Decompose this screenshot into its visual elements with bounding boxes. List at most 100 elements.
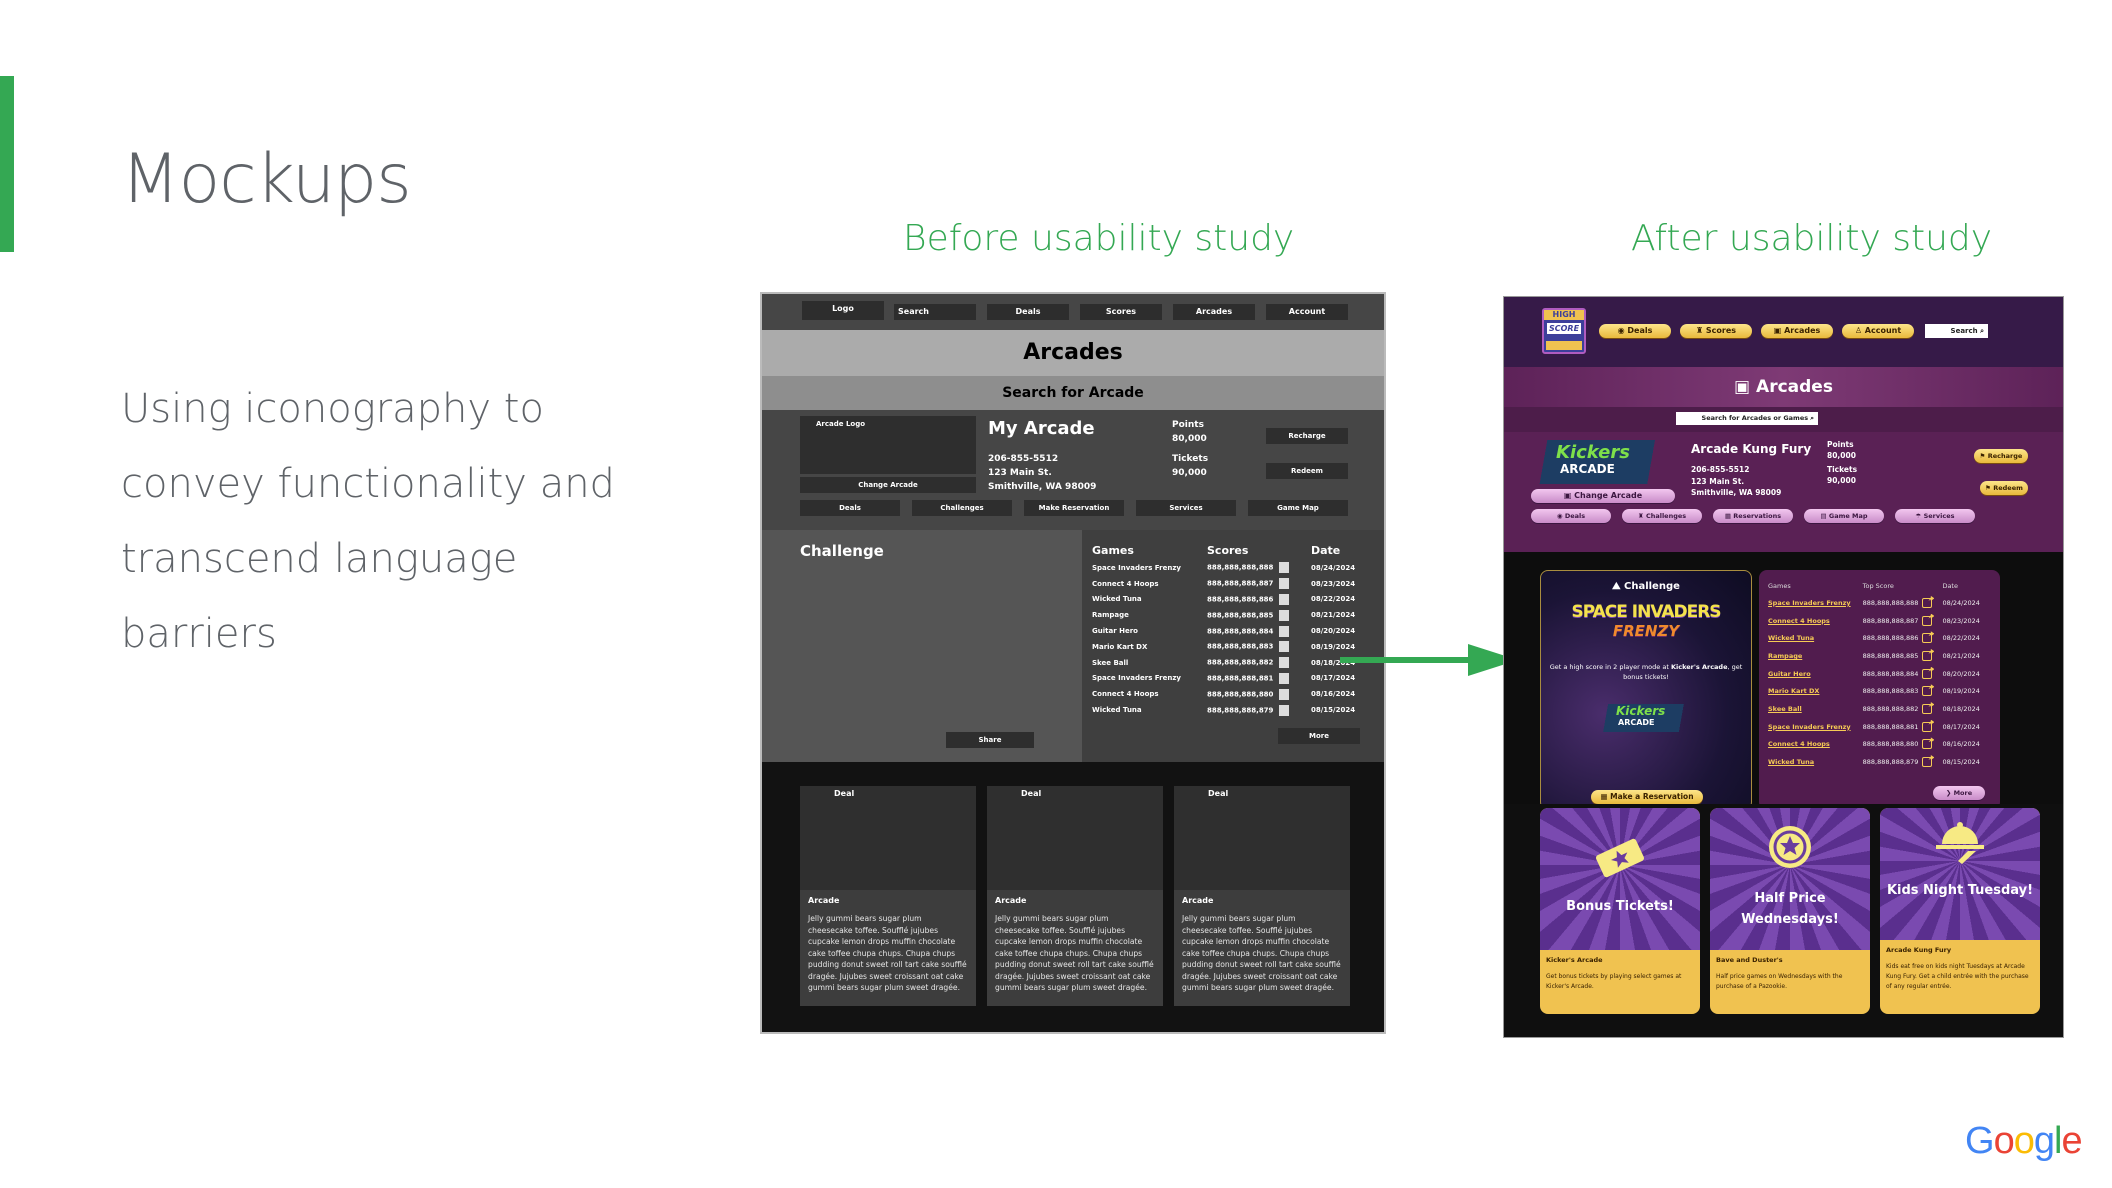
share-checkbox[interactable] [1279,625,1290,637]
hf-game[interactable]: Rampage [1768,647,1851,665]
wf-nav-deals[interactable]: Deals [987,304,1069,320]
wf-share-button[interactable]: Share [946,732,1034,748]
wf-search-arcade[interactable]: Search for Arcade [762,376,1384,410]
arcade-cabinet-icon: ▣ [1734,377,1757,397]
calendar-icon: ▦ [1600,792,1611,801]
hf-page-title: ▣ Arcades [1504,367,2063,407]
share-icon[interactable] [1922,686,1933,697]
share-icon[interactable] [1922,668,1933,679]
wf-score: 888,888,888,888 [1207,560,1311,576]
wf-score-row: Space Invaders Frenzy 888,888,888,888 08/2… [1092,560,1355,576]
hf-redeem-button[interactable]: ⚑ Redeem [1980,481,2028,495]
wf-deal-card[interactable]: Deal Arcade Jelly gummi bears sugar plum … [1174,786,1350,1006]
share-icon[interactable] [1922,721,1933,732]
share-checkbox[interactable] [1279,672,1290,684]
wf-search[interactable]: Search [894,304,976,320]
hf-game[interactable]: Skee Ball [1768,700,1851,718]
share-checkbox[interactable] [1279,688,1290,700]
hf-nav-deals[interactable]: ◉ Deals [1599,324,1671,338]
umbrella-icon: ☂ [1915,512,1924,520]
hf-game[interactable]: Mario Kart DX [1768,682,1851,700]
wf-recharge-button[interactable]: Recharge [1266,428,1348,444]
hf-action-services[interactable]: ☂ Services [1895,509,1975,523]
share-checkbox[interactable] [1279,578,1290,590]
hf-date: 08/20/2024 [1942,669,1980,678]
hf-make-reservation-button[interactable]: ▦ Make a Reservation [1591,790,1703,804]
hf-change-arcade-button[interactable]: ▣ Change Arcade [1531,489,1675,503]
share-checkbox[interactable] [1279,641,1290,653]
share-icon[interactable] [1922,597,1933,608]
ticket-icon [1595,838,1645,878]
hf-deal-card[interactable]: Half Price Wednesdays! Bave and Duster's… [1710,808,1870,1014]
trophy-icon: ♜ [1637,512,1646,520]
wf-col-games: Games [1092,543,1134,557]
hf-game[interactable]: Guitar Hero [1768,665,1851,683]
wf-action-game-map[interactable]: Game Map [1248,500,1348,516]
hf-arcade-search-input[interactable]: Search for Arcades or Games ⌕ [1676,412,1818,425]
wf-nav-arcades[interactable]: Arcades [1173,304,1255,320]
hf-search-input[interactable]: Search ⌕ [1925,324,1988,338]
wf-redeem-button[interactable]: Redeem [1266,463,1348,479]
wf-arcade-logo: Arcade Logo [800,416,976,474]
share-checkbox[interactable] [1279,562,1290,574]
wf-points-label: Points [1172,420,1204,430]
hf-game[interactable]: Connect 4 Hoops [1768,736,1851,754]
hf-tickets-value: 90,000 [1827,476,1856,485]
wf-score-row: Space Invaders Frenzy 888,888,888,881 08/1… [1092,671,1355,687]
hf-game[interactable]: Space Invaders Frenzy [1768,718,1851,736]
hf-recharge-button[interactable]: ⚑ Recharge [1974,449,2028,463]
hf-arcade-info: Kickers ARCADE ▣ Change Arcade Arcade Ku… [1504,432,2063,552]
wf-nav-scores[interactable]: Scores [1080,304,1162,320]
hf-arcade-name: Arcade Kung Fury [1691,442,1812,456]
wf-score-row: Connect 4 Hoops 888,888,888,887 08/23/2024 [1092,576,1355,592]
wf-score: 888,888,888,883 [1207,639,1311,655]
wf-change-arcade-button[interactable]: Change Arcade [800,477,976,493]
share-checkbox[interactable] [1279,593,1290,605]
hf-action-challenges[interactable]: ♜ Challenges [1622,509,1702,523]
wf-deal-card[interactable]: Deal Arcade Jelly gummi bears sugar plum … [987,786,1163,1006]
accent-bar [0,76,14,252]
share-icon[interactable] [1922,650,1933,661]
hf-action-reservations[interactable]: ▦ Reservations [1713,509,1793,523]
donut-icon: ◉ [1556,512,1565,520]
hf-points-value: 80,000 [1827,451,1856,460]
wf-action-reservation[interactable]: Make Reservation [1024,500,1124,516]
wf-date: 08/21/2024 [1311,611,1356,620]
hf-game[interactable]: Space Invaders Frenzy [1768,594,1851,612]
hf-action-game-map[interactable]: ▤ Game Map [1804,509,1884,523]
share-checkbox[interactable] [1279,657,1290,669]
hf-game[interactable]: Wicked Tuna [1768,629,1851,647]
wf-action-services[interactable]: Services [1136,500,1236,516]
wf-action-challenges[interactable]: Challenges [912,500,1012,516]
share-checkbox[interactable] [1279,704,1290,716]
hf-street: 123 Main St. [1691,476,1745,486]
hf-date: 08/24/2024 [1942,598,1980,607]
star-coin-icon [1769,826,1811,868]
wf-score-row: Guitar Hero 888,888,888,884 08/20/2024 [1092,623,1355,639]
wf-nav-account[interactable]: Account [1266,304,1348,320]
wf-more-button[interactable]: More [1278,728,1360,744]
high-score-logo[interactable]: HIGH SCORE [1542,308,1586,354]
serving-cloche-icon [1936,822,1984,864]
hf-nav-scores[interactable]: ♜ Scores [1680,324,1752,338]
share-checkbox[interactable] [1279,609,1290,621]
hf-nav-arcades[interactable]: ▣ Arcades [1761,324,1833,338]
hf-score: 888,888,888,885 [1851,647,1933,665]
hf-more-button[interactable]: ❯ More [1933,786,1985,800]
wf-deal-arcade: Arcade [1182,896,1214,905]
wf-date: 08/16/2024 [1311,690,1356,699]
hf-score-row: Connect 4 Hoops 888,888,888,887 08/23/2024 [1768,612,1980,630]
hf-action-deals[interactable]: ◉ Deals [1531,509,1611,523]
share-icon[interactable] [1922,633,1933,644]
hf-deal-card[interactable]: Kids Night Tuesday! Arcade Kung Fury Kids… [1880,808,2040,1014]
share-icon[interactable] [1922,615,1933,626]
wf-action-deals[interactable]: Deals [800,500,900,516]
hf-game[interactable]: Connect 4 Hoops [1768,612,1851,630]
hf-deal-card[interactable]: Bonus Tickets! Kicker's Arcade Get bonus … [1540,808,1700,1014]
wf-deal-card[interactable]: Deal Arcade Jelly gummi bears sugar plum … [800,786,976,1006]
share-icon[interactable] [1922,757,1933,768]
hf-game[interactable]: Wicked Tuna [1768,753,1851,771]
share-icon[interactable] [1922,739,1933,750]
hf-nav-account[interactable]: ♙ Account [1842,324,1914,338]
share-icon[interactable] [1922,703,1933,714]
